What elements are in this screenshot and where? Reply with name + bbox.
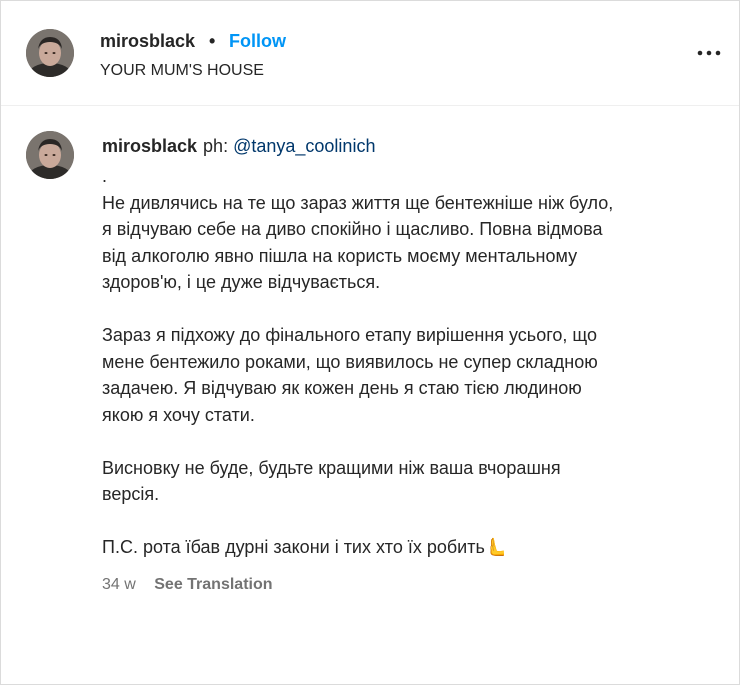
avatar-image <box>26 131 74 179</box>
caption-text: . Не дивлячись на те що зараз життя ще бе… <box>102 163 702 561</box>
separator-dot: • <box>209 31 216 51</box>
avatar[interactable] <box>26 29 74 77</box>
caption-line: якою я хочу стати. <box>102 404 255 425</box>
caption-line: від алкоголю явно пішла на користь моєму… <box>102 245 578 266</box>
caption-line: здоров'ю, і це дуже відчувається. <box>102 272 381 292</box>
post-timestamp[interactable]: 34 w <box>102 576 136 593</box>
caption-line: я відчуваю себе на диво спокійно і щасли… <box>102 219 603 239</box>
caption-line: Не дивлячись на те що зараз життя ще бен… <box>102 192 614 213</box>
photo-credit-label: ph: <box>203 136 229 156</box>
see-translation-button[interactable]: See Translation <box>154 576 272 593</box>
caption-line: . <box>102 166 108 186</box>
avatar-image <box>26 29 74 77</box>
header-username[interactable]: mirosblack <box>100 31 195 52</box>
more-options-icon[interactable] <box>695 41 723 65</box>
location-link[interactable]: YOUR MUM'S HOUSE <box>100 62 264 80</box>
caption-username[interactable]: mirosblack <box>102 136 197 156</box>
caption-line: версія. <box>102 484 160 504</box>
caption-meta: 34 w See Translation <box>102 576 273 594</box>
mention-link[interactable]: @tanya_coolinich <box>233 136 375 156</box>
caption-line: П.С. рота їбав дурні закони і тих хто їх… <box>102 537 508 557</box>
caption-line: задачею. Я відчуваю як кожен день я стаю… <box>102 378 582 398</box>
caption-line: Висновку не буде, будьте кращими ніж ваш… <box>102 457 561 478</box>
post-panel: mirosblack • Follow YOUR MUM'S HOUSE mir <box>0 0 740 685</box>
post-header: mirosblack • Follow YOUR MUM'S HOUSE <box>1 1 739 106</box>
caption-line: Зараз я підхожу до фінального етапу вирі… <box>102 325 597 345</box>
caption-avatar[interactable] <box>26 131 74 179</box>
caption-line: мене бентежило роками, що виявилось не с… <box>102 351 598 372</box>
follow-button[interactable]: Follow <box>229 31 286 52</box>
caption-header: mirosblack ph: @tanya_coolinich <box>102 135 375 157</box>
